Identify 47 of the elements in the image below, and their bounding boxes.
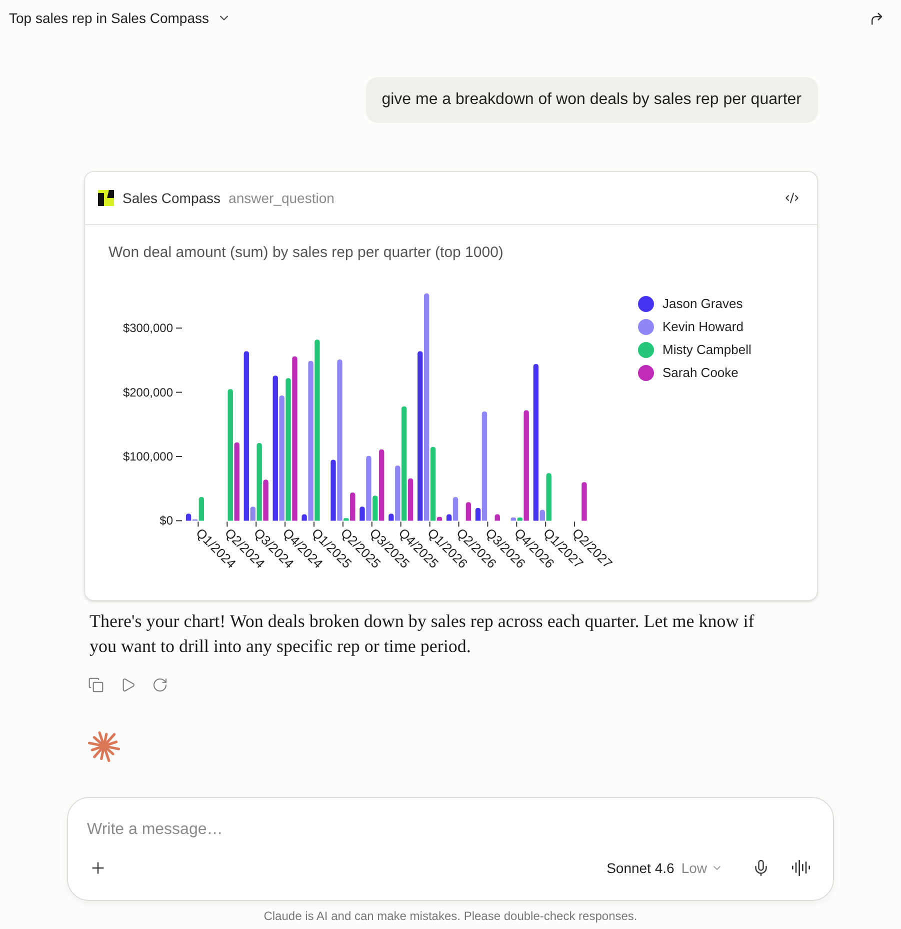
message-input[interactable]: Write a message… xyxy=(82,818,819,842)
curved-arrow-icon xyxy=(868,10,884,26)
tick-mark xyxy=(197,521,198,528)
tick-mark xyxy=(342,521,343,528)
waveform-icon xyxy=(791,858,811,878)
microphone-icon xyxy=(752,859,770,877)
tick-mark xyxy=(175,328,182,329)
tick-mark xyxy=(226,521,228,528)
tick-mark xyxy=(544,521,546,528)
tick-mark xyxy=(370,521,372,528)
tick-mark xyxy=(486,521,488,528)
assistant-message: There's your chart! Won deals broken down by sales rep across each quarter. Let me know if you want to drill into any specific rep or time period. xyxy=(88,610,756,658)
axis-label: $300,000 xyxy=(122,321,172,336)
chart-bar xyxy=(465,502,471,521)
copy-icon xyxy=(88,677,104,693)
app-name: Sales Compass xyxy=(122,188,221,208)
tool-name: answer_question xyxy=(228,188,334,208)
refresh-icon xyxy=(152,677,168,693)
disclaimer-text: Claude is AI and can make mistakes. Please double-check responses. xyxy=(262,908,638,924)
tick-mark xyxy=(175,456,182,457)
app-logo-icon xyxy=(98,190,114,206)
tick-mark xyxy=(175,392,182,393)
tick-mark xyxy=(458,521,459,528)
legend-label: Kevin Howard xyxy=(662,318,744,336)
tick-mark xyxy=(175,520,182,522)
tick-mark xyxy=(574,521,575,528)
axis-label: $100,000 xyxy=(122,450,172,464)
tick-mark xyxy=(428,521,430,528)
plus-icon xyxy=(89,859,107,877)
tick-mark xyxy=(255,521,256,528)
legend-label: Misty Campbell xyxy=(662,341,752,360)
axis-label: $0 xyxy=(159,514,172,528)
tick-mark xyxy=(284,521,286,528)
tick-mark xyxy=(516,521,517,528)
chart-title: Won deal amount (sum) by sales rep per quarter (top 1000) xyxy=(108,243,504,263)
user-message-bubble: give me a breakdown of won deals by sales rep per quarter xyxy=(366,77,818,123)
legend-label: Sarah Cooke xyxy=(662,364,738,382)
starburst-icon xyxy=(86,729,120,763)
tick-mark xyxy=(400,521,401,528)
chat-title-menu[interactable]: Top sales rep in Sales Compass xyxy=(9,8,231,28)
code-icon xyxy=(784,191,798,205)
legend-label: Jason Graves xyxy=(662,295,743,314)
chart-bar xyxy=(494,514,500,521)
tick-mark xyxy=(313,521,314,528)
axis-label: $200,000 xyxy=(122,385,172,400)
chart-bar xyxy=(581,482,586,521)
model-selector[interactable]: Sonnet 4.6 Low xyxy=(602,852,727,884)
